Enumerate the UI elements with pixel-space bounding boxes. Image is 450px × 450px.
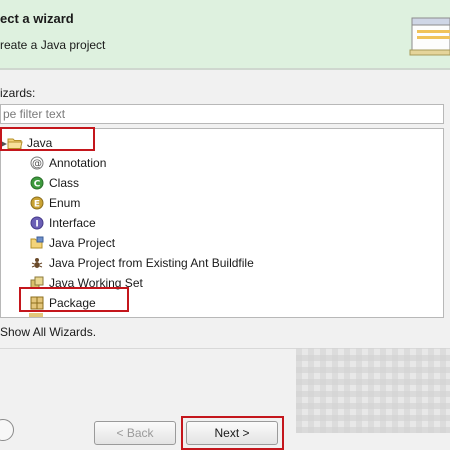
highlight-package [19, 287, 129, 312]
svg-text:E: E [34, 200, 40, 210]
tree-item-interface[interactable]: I Interface [29, 213, 96, 233]
next-button[interactable]: Next > [186, 421, 278, 445]
tree-item-label: Java Project [49, 236, 116, 250]
wizard-title: ect a wizard [0, 11, 74, 26]
tree-item-class[interactable]: C Class [29, 173, 79, 193]
back-button[interactable]: < Back [94, 421, 176, 445]
tree-item-annotation[interactable]: @ Annotation [29, 153, 106, 173]
filter-input[interactable] [1, 105, 443, 123]
tree-item-java-project[interactable]: Java Project [29, 233, 115, 253]
help-button[interactable] [0, 419, 14, 441]
watermark-blur [296, 348, 450, 433]
tree-item-label: Class [49, 176, 80, 190]
tree-item-label: Annotation [49, 156, 107, 170]
svg-text:C: C [34, 180, 41, 190]
tree-item-enum[interactable]: E Enum [29, 193, 80, 213]
tree-item-ant-buildfile[interactable]: Java Project from Existing Ant Buildfile [29, 253, 254, 273]
show-all-wizards-checkbox[interactable]: Show All Wizards. [0, 323, 150, 341]
tree-item-label: Interface [49, 216, 96, 230]
java-project-icon [29, 235, 45, 251]
interface-icon: I [29, 215, 45, 231]
ant-buildfile-icon [29, 255, 45, 271]
enum-icon: E [29, 195, 45, 211]
header-divider [0, 68, 450, 70]
svg-text:I: I [35, 220, 38, 230]
annotation-icon: @ [29, 155, 45, 171]
highlight-java [0, 127, 95, 151]
tree-item-label: Java Project from Existing Ant Buildfile [49, 256, 254, 270]
svg-text:@: @ [32, 159, 42, 170]
show-all-label: Show All Wizards. [0, 325, 97, 339]
tree-item-label: Enum [49, 196, 81, 210]
filter-field[interactable] [0, 104, 444, 124]
wizard-banner-icon [408, 14, 450, 56]
wizard-description: reate a Java project [0, 38, 106, 52]
tree-item-partial [29, 313, 107, 317]
wizards-label: izards: [0, 86, 36, 100]
class-icon: C [29, 175, 45, 191]
